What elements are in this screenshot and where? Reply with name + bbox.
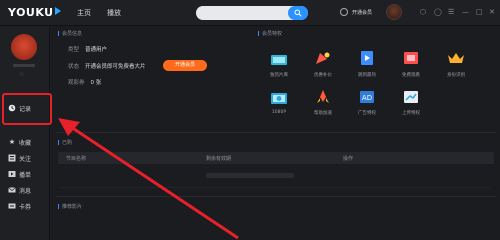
annotation-arrow bbox=[58, 118, 239, 240]
